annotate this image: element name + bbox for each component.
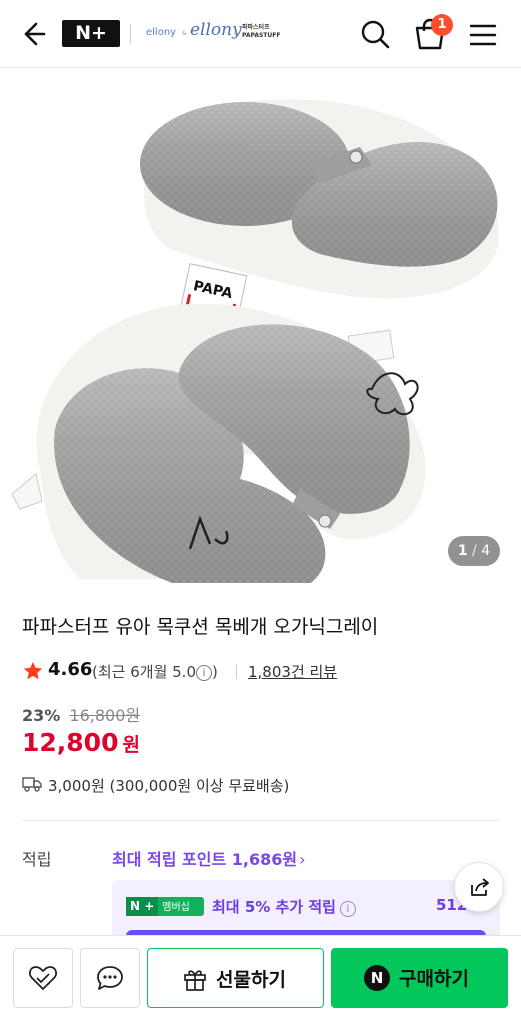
rating-score: 4.66: [48, 659, 93, 680]
discount-percent: 23%: [22, 706, 61, 725]
membership-points-box: N + 멤버십 최대 5% 추가 적립 i 512: [112, 880, 500, 940]
truck-icon: [22, 777, 42, 792]
brand-papastuff: 파파스터프 PAPASTUFF: [242, 24, 281, 39]
points-label: 적립: [22, 850, 52, 869]
cart-count-badge: 1: [431, 14, 453, 36]
buy-button[interactable]: N 구매하기: [331, 948, 508, 1008]
sale-price: 12,800 원: [22, 728, 140, 757]
brand-ellony-small: ellony: [146, 27, 177, 38]
rating-row: 4.66 (최근 6개월 5.0 i) 1,803건 리뷰: [22, 658, 502, 684]
search-icon: [361, 20, 390, 49]
menu-button[interactable]: [466, 18, 500, 52]
heart-check-icon: [29, 966, 57, 990]
chevron-right-icon: ›: [299, 850, 306, 869]
info-icon[interactable]: i: [196, 665, 212, 681]
naver-plus-store-logo[interactable]: N+: [62, 20, 120, 47]
share-icon: [471, 878, 489, 896]
top-header: N+ ellony & ellony & 파파스터프 PAPASTUFF 1: [0, 0, 521, 68]
rating-divider: [236, 664, 237, 679]
search-button[interactable]: [358, 17, 392, 51]
price-amount: 12,800: [22, 728, 119, 757]
membership-points-label: 최대 5% 추가 적립 i: [212, 896, 356, 917]
header-divider: [130, 24, 131, 43]
discount-row: 23% 16,800원: [22, 702, 140, 726]
gift-icon: [184, 970, 206, 991]
product-image: PAPA: [11, 99, 499, 583]
share-button[interactable]: [454, 862, 504, 912]
hamburger-menu-icon: [469, 24, 497, 46]
max-points-link[interactable]: 최대 적립 포인트 1,686원 ›: [112, 846, 306, 870]
product-title: 파파스터프 유아 목쿠션 목베개 오가닉그레이: [22, 616, 379, 638]
review-count-link[interactable]: 1,803건 리뷰: [248, 661, 337, 682]
back-button[interactable]: [16, 18, 48, 50]
bottom-action-bar: 선물하기 N 구매하기: [0, 935, 521, 1024]
buy-button-label: 구매하기: [399, 968, 469, 990]
info-icon[interactable]: i: [339, 901, 356, 917]
price-unit: 원: [122, 734, 140, 756]
talk-inquiry-button[interactable]: [80, 948, 140, 1008]
star-icon: [23, 661, 43, 680]
product-image-gallery[interactable]: PAPA: [0, 69, 521, 583]
naver-plus-membership-badge: N + 멤버십: [126, 897, 204, 916]
original-price: 16,800원: [69, 706, 141, 725]
shipping-text: 3,000원 (300,000원 이상 무료배송): [48, 777, 290, 795]
recent-rating: (최근 6개월 5.0 i): [92, 663, 218, 681]
chat-bubble-icon: [97, 966, 123, 990]
section-divider: [22, 820, 500, 821]
brand-logos[interactable]: ellony & ellony & 파파스터프 PAPASTUFF: [144, 18, 281, 50]
gift-button-label: 선물하기: [216, 969, 286, 991]
wishlist-button[interactable]: [13, 948, 73, 1008]
naver-pay-icon: N: [364, 965, 390, 991]
image-counter: 1 / 4: [448, 536, 500, 566]
back-arrow-icon: [24, 22, 46, 46]
gift-button[interactable]: 선물하기: [147, 948, 324, 1008]
